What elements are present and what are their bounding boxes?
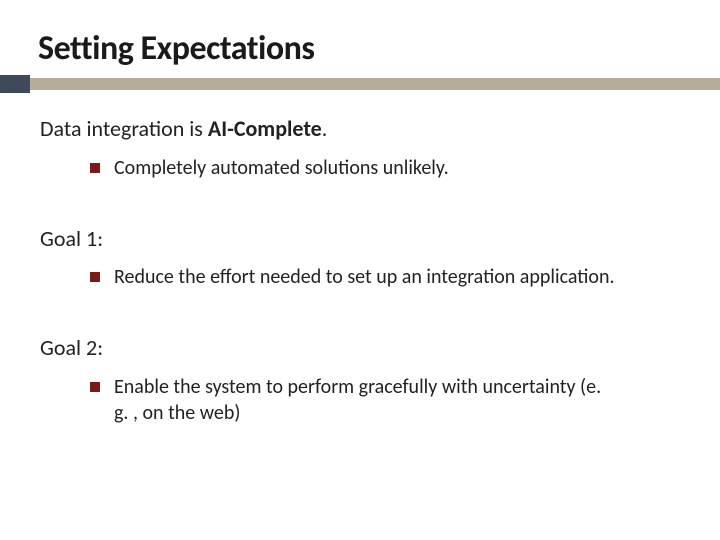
section-1-heading: Data integration is AI-Complete. [40,115,680,143]
section-1-bullet-row: Completely automated solutions unlikely. [40,155,680,181]
section-3-bullet-row: Enable the system to perform gracefully … [40,374,680,426]
section-3: Goal 2: Enable the system to perform gra… [40,334,680,426]
slide: Setting Expectations Data integration is… [0,0,720,540]
section-2-heading: Goal 1: [40,225,680,253]
section-2-bullet-text: Reduce the effort needed to set up an in… [114,264,615,290]
section-1-post: . [322,115,328,142]
bullet-icon [90,382,100,392]
section-1-bullet-text: Completely automated solutions unlikely. [114,155,449,181]
section-3-bullet-text: Enable the system to perform gracefully … [114,374,620,426]
section-3-heading: Goal 2: [40,334,680,362]
section-2-bullet-row: Reduce the effort needed to set up an in… [40,264,680,290]
underline-accent [0,75,30,93]
section-1-bold: AI-Complete [208,115,322,142]
section-1-pre: Data integration is [40,115,208,142]
slide-content: Data integration is AI-Complete. Complet… [0,93,720,426]
section-1: Data integration is AI-Complete. Complet… [40,115,680,181]
title-underline [0,75,720,93]
bullet-icon [90,163,100,173]
slide-title: Setting Expectations [0,28,720,75]
section-2: Goal 1: Reduce the effort needed to set … [40,225,680,291]
bullet-icon [90,272,100,282]
underline-bar [30,78,720,90]
